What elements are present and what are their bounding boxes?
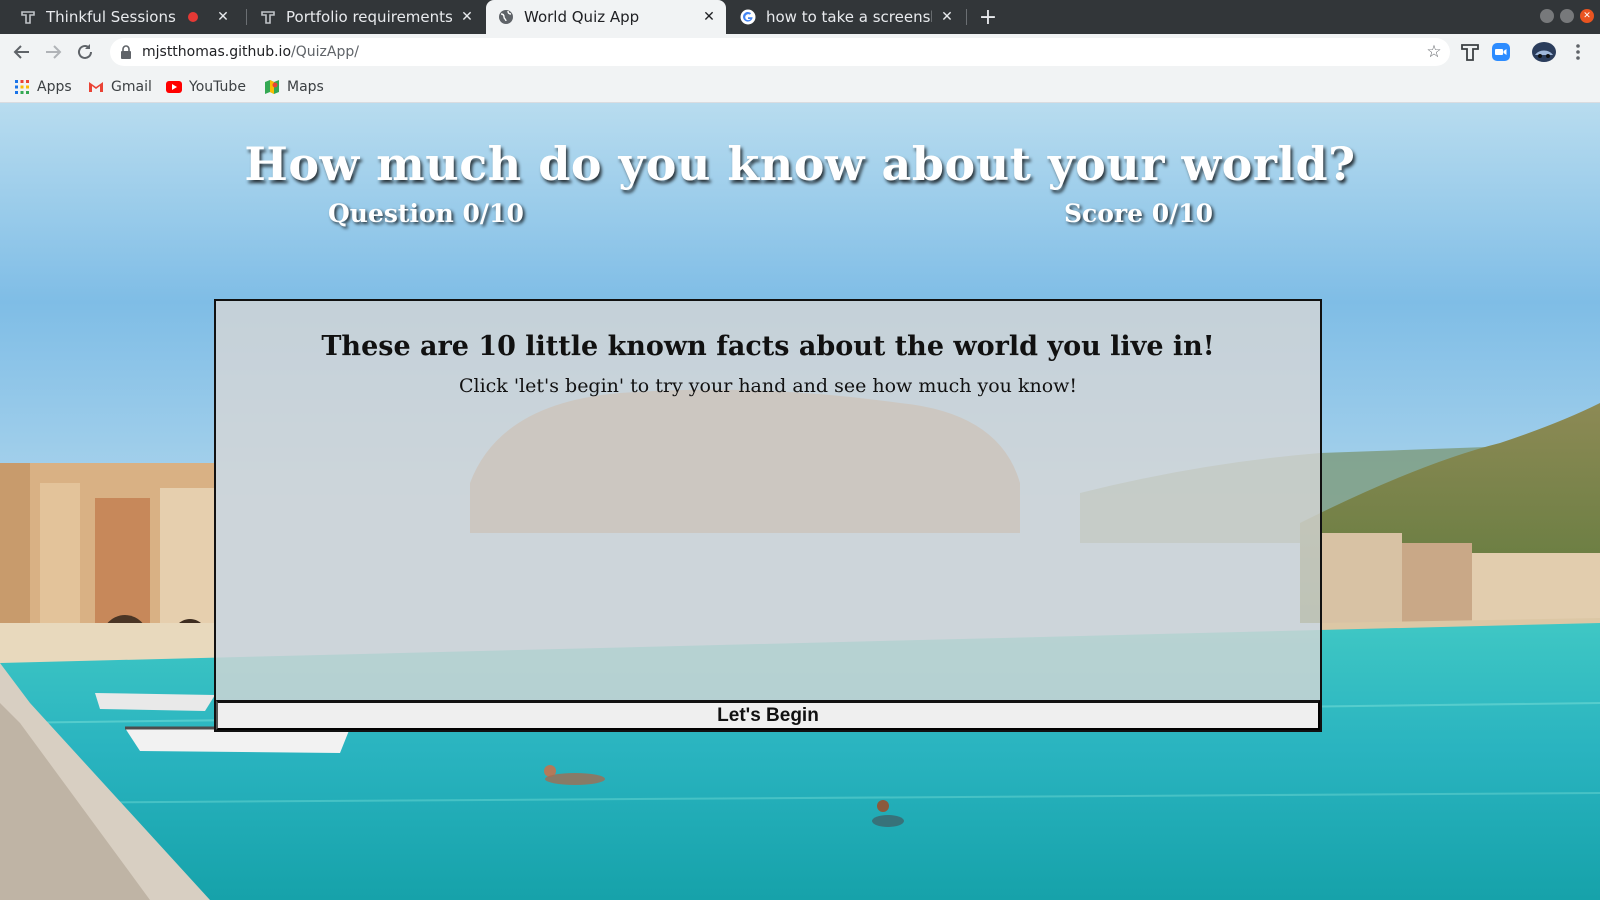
score-counter: Score 0/10 [1064, 199, 1214, 228]
tab-divider [246, 9, 247, 25]
bookmark-star-icon[interactable]: ☆ [1424, 42, 1444, 62]
thinkful-extension-icon[interactable] [1458, 40, 1482, 64]
quiz-panel: These are 10 little known facts about th… [214, 299, 1322, 732]
maximize-window-button[interactable] [1560, 9, 1574, 23]
tab-world-quiz-app[interactable]: World Quiz App ✕ [486, 0, 726, 34]
bookmark-apps[interactable]: Apps [14, 76, 72, 98]
address-bar[interactable]: mjstthomas.github.io/QuizApp/ ☆ [110, 38, 1450, 66]
new-tab-button[interactable]: + [975, 4, 1001, 30]
url-path: /QuizApp/ [291, 44, 359, 60]
tab-title: World Quiz App [524, 8, 640, 26]
gmail-icon [88, 79, 104, 95]
tab-title: Portfolio requirements | p [286, 8, 452, 26]
close-tab-icon[interactable]: ✕ [938, 8, 956, 26]
close-window-button[interactable]: ✕ [1580, 9, 1594, 23]
tab-divider [966, 9, 967, 25]
forward-button[interactable] [41, 40, 65, 64]
close-tab-icon[interactable]: ✕ [214, 8, 232, 26]
bookmark-youtube[interactable]: YouTube [166, 76, 246, 98]
bookmark-label: Maps [287, 79, 324, 95]
apps-grid-icon [14, 79, 30, 95]
tab-strip: Thinkful Sessions ✕ Portfolio requiremen… [0, 0, 1600, 34]
close-tab-icon[interactable]: ✕ [700, 8, 718, 26]
thinkful-icon [260, 9, 276, 25]
profile-avatar[interactable] [1530, 40, 1558, 64]
back-button[interactable] [10, 40, 34, 64]
youtube-icon [166, 79, 182, 95]
bookmark-label: Apps [37, 79, 72, 95]
tab-portfolio-requirements[interactable]: Portfolio requirements | p ✕ [248, 0, 484, 34]
page-title: How much do you know about your world? [244, 137, 1356, 191]
google-icon [740, 9, 756, 25]
bookmark-maps[interactable]: Maps [264, 76, 324, 98]
recording-indicator-icon [188, 12, 198, 22]
kebab-menu-icon [1576, 44, 1580, 60]
url-host: mjstthomas.github.io [142, 44, 292, 60]
quiz-instructions: Click 'let's begin' to try your hand and… [458, 375, 1078, 397]
lets-begin-button[interactable]: Let's Begin [216, 700, 1320, 730]
zoom-extension-icon[interactable] [1489, 40, 1513, 64]
reload-icon [78, 44, 92, 59]
question-counter: Question 0/10 [328, 199, 524, 228]
bookmark-label: YouTube [189, 79, 246, 95]
back-arrow-icon [13, 45, 29, 59]
quiz-intro-heading: These are 10 little known facts about th… [321, 331, 1215, 362]
globe-icon [498, 9, 514, 25]
bookmark-label: Gmail [111, 79, 152, 95]
thinkful-icon [20, 9, 36, 25]
lock-icon [120, 45, 134, 59]
reload-button[interactable] [73, 40, 97, 64]
page-viewport: How much do you know about your world? Q… [0, 103, 1600, 900]
bookmarks-bar: Apps Gmail YouTube Maps [0, 70, 1600, 103]
tab-title: how to take a screenshot [766, 8, 932, 26]
forward-arrow-icon [46, 45, 62, 59]
browser-menu-button[interactable] [1566, 40, 1590, 64]
close-tab-icon[interactable]: ✕ [458, 8, 476, 26]
tab-screenshot-search[interactable]: how to take a screenshot ✕ [728, 0, 964, 34]
tab-title: Thinkful Sessions [46, 8, 176, 26]
browser-toolbar: mjstthomas.github.io/QuizApp/ ☆ [0, 34, 1600, 70]
maps-icon [264, 79, 280, 95]
bookmark-gmail[interactable]: Gmail [88, 76, 152, 98]
tab-thinkful-sessions[interactable]: Thinkful Sessions ✕ [8, 0, 240, 34]
minimize-window-button[interactable] [1540, 9, 1554, 23]
